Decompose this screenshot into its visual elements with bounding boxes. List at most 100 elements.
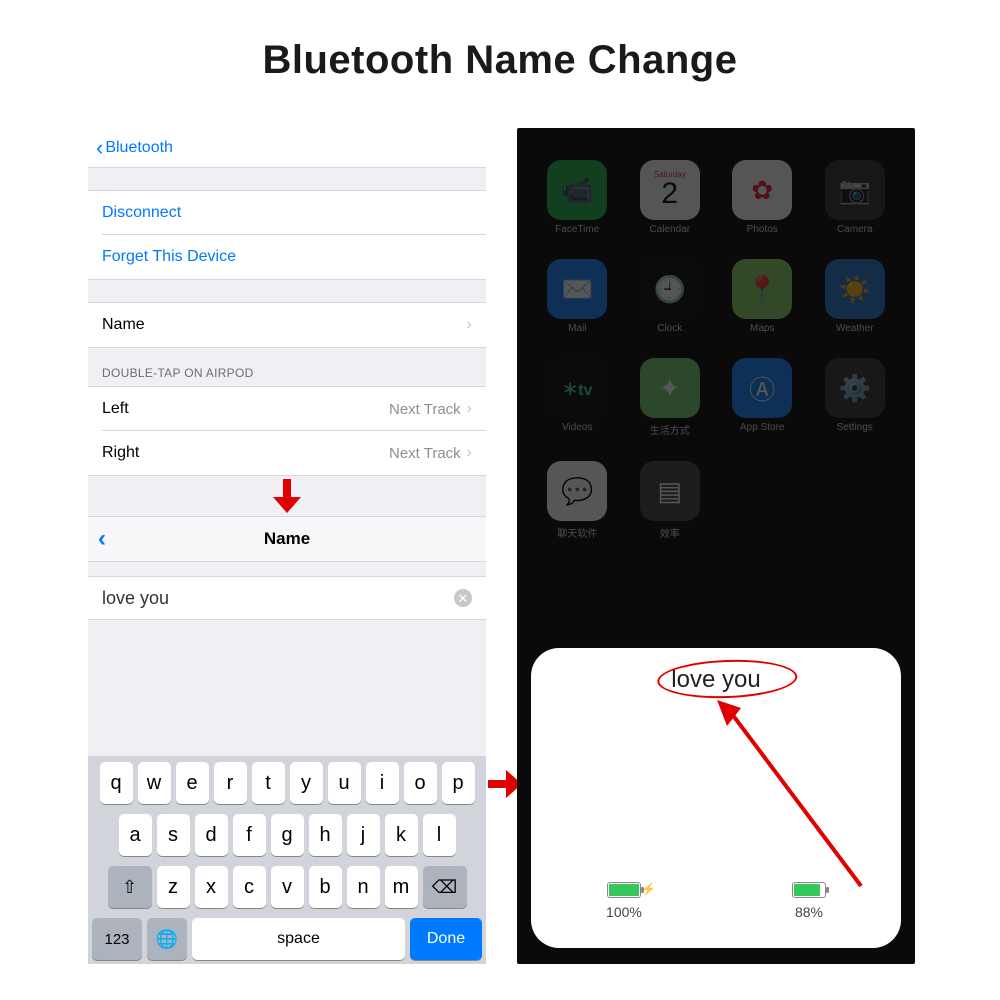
- app-clock[interactable]: 🕘Clock: [632, 259, 709, 334]
- app-label: Photos: [747, 224, 778, 235]
- right-airpod-label: Right: [102, 444, 139, 462]
- app-label: Weather: [836, 323, 874, 334]
- app-icon: ＊tv: [547, 358, 607, 418]
- key-q[interactable]: q: [100, 762, 133, 804]
- section-header-double-tap: DOUBLE-TAP ON AIRPOD: [88, 348, 486, 386]
- key-h[interactable]: h: [309, 814, 342, 856]
- app-label: FaceTime: [555, 224, 599, 235]
- chevron-right-icon: ›: [467, 316, 472, 334]
- battery-icon: ⚡: [607, 882, 641, 898]
- key-k[interactable]: k: [385, 814, 418, 856]
- key-o[interactable]: o: [404, 762, 437, 804]
- app-icon: ✦: [640, 358, 700, 418]
- key-p[interactable]: p: [442, 762, 475, 804]
- forget-device-label: Forget This Device: [102, 248, 236, 266]
- action-group: Disconnect Forget This Device: [88, 190, 486, 280]
- key-m[interactable]: m: [385, 866, 418, 908]
- key-s[interactable]: s: [157, 814, 190, 856]
- key-y[interactable]: y: [290, 762, 323, 804]
- app-label: App Store: [740, 422, 784, 433]
- app-app-store[interactable]: Ⓐ App Store: [724, 358, 801, 437]
- battery-row: ⚡ 100% ⚡ 88%: [531, 882, 901, 920]
- app-label: Maps: [750, 323, 774, 334]
- battery-right-percent: 88%: [795, 904, 823, 920]
- name-input-value: love you: [102, 588, 169, 609]
- app-icon: ✿: [732, 160, 792, 220]
- app-icon: Saturday2: [640, 160, 700, 220]
- key-c[interactable]: c: [233, 866, 266, 908]
- app-weather[interactable]: ☀️Weather: [817, 259, 894, 334]
- name-input-row[interactable]: love you ✕: [88, 576, 486, 620]
- highlight-oval-annotation: [657, 658, 798, 701]
- left-airpod-row[interactable]: Left Next Track ›: [88, 387, 486, 431]
- shift-key[interactable]: ⇧: [108, 866, 152, 908]
- charging-bolt-icon: ⚡: [641, 882, 656, 896]
- app-camera[interactable]: 📷Camera: [817, 160, 894, 235]
- app-icon: ⚙️: [825, 358, 885, 418]
- done-key[interactable]: Done: [410, 918, 482, 960]
- name-row[interactable]: Name ›: [88, 303, 486, 347]
- back-button[interactable]: Bluetooth: [105, 139, 173, 157]
- app-label: 聊天软件: [557, 525, 597, 540]
- app-photos[interactable]: ✿ Photos: [724, 160, 801, 235]
- key-x[interactable]: x: [195, 866, 228, 908]
- app-icon: Ⓐ: [732, 358, 792, 418]
- key-z[interactable]: z: [157, 866, 190, 908]
- right-airpod-value: Next Track: [389, 445, 461, 462]
- arrow-down-annotation: [88, 476, 486, 516]
- app-label: Calendar: [649, 224, 690, 235]
- key-u[interactable]: u: [328, 762, 361, 804]
- key-g[interactable]: g: [271, 814, 304, 856]
- battery-left-percent: 100%: [606, 904, 642, 920]
- app-效率[interactable]: ▤效率: [632, 461, 709, 540]
- app-生活方式[interactable]: ✦ 生活方式: [632, 358, 709, 437]
- forget-device-row[interactable]: Forget This Device: [88, 235, 486, 279]
- backspace-key[interactable]: ⌫: [423, 866, 467, 908]
- key-n[interactable]: n: [347, 866, 380, 908]
- key-t[interactable]: t: [252, 762, 285, 804]
- left-airpod-label: Left: [102, 400, 129, 418]
- globe-key[interactable]: 🌐: [147, 918, 187, 960]
- double-tap-group: Left Next Track › Right Next Track ›: [88, 386, 486, 476]
- clear-text-icon[interactable]: ✕: [454, 589, 472, 607]
- app-聊天软件[interactable]: 💬聊天软件: [539, 461, 616, 540]
- key-e[interactable]: e: [176, 762, 209, 804]
- app-label: Mail: [568, 323, 586, 334]
- key-f[interactable]: f: [233, 814, 266, 856]
- app-settings[interactable]: ⚙️Settings: [817, 358, 894, 437]
- numbers-key[interactable]: 123: [92, 918, 142, 960]
- key-i[interactable]: i: [366, 762, 399, 804]
- app-calendar[interactable]: Saturday2 Calendar: [632, 160, 709, 235]
- key-l[interactable]: l: [423, 814, 456, 856]
- name-edit-title: Name: [264, 529, 310, 549]
- app-icon: ▤: [640, 461, 700, 521]
- back-chevron-icon[interactable]: ‹: [96, 135, 103, 161]
- page-title: Bluetooth Name Change: [0, 38, 1000, 83]
- name-edit-nav: ‹ Name: [88, 516, 486, 562]
- key-j[interactable]: j: [347, 814, 380, 856]
- app-maps[interactable]: 📍Maps: [724, 259, 801, 334]
- key-b[interactable]: b: [309, 866, 342, 908]
- chevron-right-icon: ›: [467, 400, 472, 418]
- key-r[interactable]: r: [214, 762, 247, 804]
- key-a[interactable]: a: [119, 814, 152, 856]
- back-chevron-icon[interactable]: ‹: [98, 525, 106, 553]
- popup-title-wrap: love you: [671, 666, 760, 694]
- phone-screen: 📹FaceTime Saturday2 Calendar ✿ Photos 📷Camera…: [517, 128, 915, 964]
- app-label: 生活方式: [650, 422, 690, 437]
- key-d[interactable]: d: [195, 814, 228, 856]
- app-mail[interactable]: ✉️Mail: [539, 259, 616, 334]
- home-screen-grid: 📹FaceTime Saturday2 Calendar ✿ Photos 📷Camera…: [517, 128, 915, 540]
- name-group: Name ›: [88, 302, 486, 348]
- settings-screen: ‹ Bluetooth Disconnect Forget This Devic…: [88, 128, 486, 964]
- space-key[interactable]: space: [192, 918, 405, 960]
- keyboard: qwertyuiop asdfghjkl ⇧ zxcvbnm⌫ 123 🌐 sp…: [88, 756, 486, 964]
- key-v[interactable]: v: [271, 866, 304, 908]
- right-airpod-row[interactable]: Right Next Track ›: [88, 431, 486, 475]
- name-row-label: Name: [102, 316, 145, 334]
- app-videos[interactable]: ＊tvVideos: [539, 358, 616, 437]
- key-w[interactable]: w: [138, 762, 171, 804]
- left-airpod-value: Next Track: [389, 401, 461, 418]
- disconnect-row[interactable]: Disconnect: [88, 191, 486, 235]
- app-facetime[interactable]: 📹FaceTime: [539, 160, 616, 235]
